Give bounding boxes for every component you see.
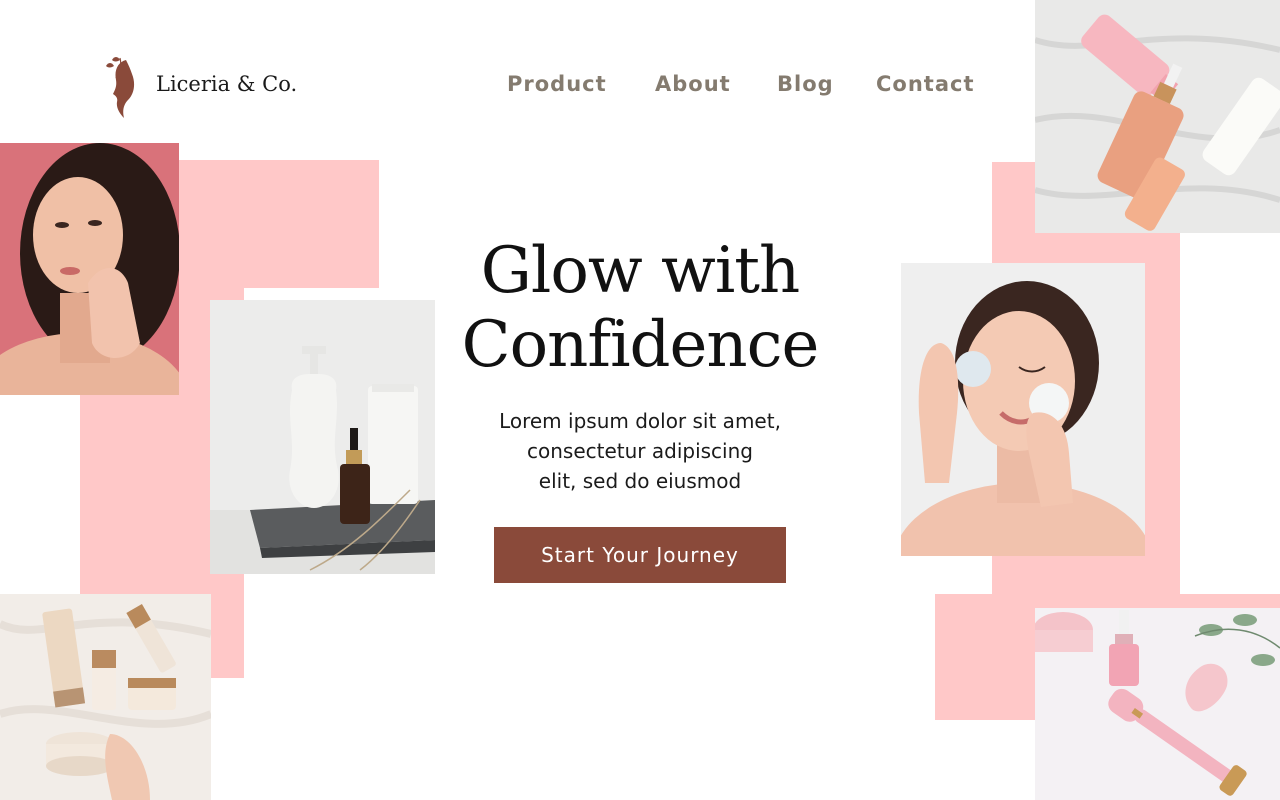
hero-subtitle-line1: Lorem ipsum dolor sit amet, <box>499 409 781 433</box>
hero-subtitle-line3: elit, sed do eiusmod <box>538 469 742 493</box>
nav-item-blog[interactable]: Blog <box>777 72 834 96</box>
skincare-bottles-photo <box>210 300 435 574</box>
jade-roller-photo <box>1035 608 1280 800</box>
hero-title-line2: Confidence <box>461 308 820 382</box>
hero-title-line1: Glow with <box>480 234 800 308</box>
nav-item-product[interactable]: Product <box>507 72 607 96</box>
cream-jars-photo <box>0 594 211 800</box>
woman-cotton-pads-photo <box>901 263 1145 556</box>
serum-and-tubes-photo <box>1035 0 1280 233</box>
hero-subtitle: Lorem ipsum dolor sit amet, consectetur … <box>440 406 840 496</box>
nav-item-contact[interactable]: Contact <box>876 72 975 96</box>
woman-curly-hair-photo <box>0 143 179 395</box>
nav-item-about[interactable]: About <box>655 72 731 96</box>
pink-block-left-top <box>178 160 379 288</box>
start-journey-button[interactable]: Start Your Journey <box>494 527 786 583</box>
hero-subtitle-line2: consectetur adipiscing <box>527 439 753 463</box>
hero-title: Glow with Confidence <box>420 234 860 382</box>
